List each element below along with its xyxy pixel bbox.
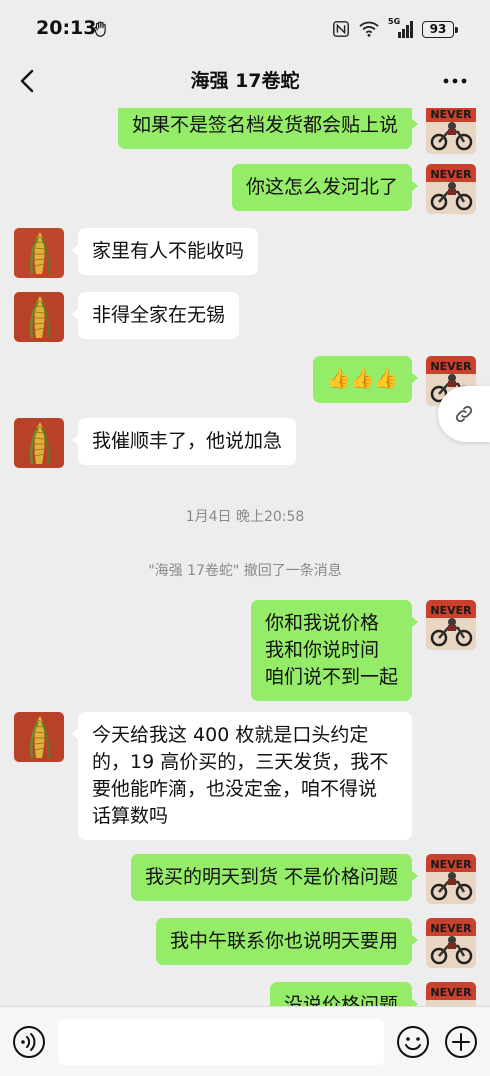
motorcycle-avatar-icon: NEVER bbox=[426, 854, 476, 904]
message-bubble[interactable]: 我中午联系你也说明天要用 bbox=[155, 918, 419, 965]
avatar-me[interactable]: NEVER bbox=[426, 164, 476, 214]
message-bubble[interactable]: 👍👍👍 bbox=[313, 356, 418, 403]
recall-notice: "海强 17卷蛇" 撤回了一条消息 bbox=[148, 563, 342, 579]
message-bubble[interactable]: 你和我说价格 我和你说时间 咱们说不到一起 bbox=[250, 600, 419, 701]
motorcycle-avatar-icon: NEVER bbox=[426, 108, 476, 154]
message-bubble[interactable]: 如果不是签名档发货都会贴上说 bbox=[117, 108, 419, 149]
message-row: 你这怎么发河北了 NEVER bbox=[0, 164, 490, 216]
message-text: 非得全家在无锡 bbox=[92, 304, 226, 326]
message-bubble[interactable]: 你这怎么发河北了 bbox=[231, 164, 419, 211]
svg-text:NEVER: NEVER bbox=[430, 168, 472, 181]
message-row: 没说价格问题 NEVER bbox=[0, 982, 490, 1006]
motorcycle-avatar-icon: NEVER bbox=[426, 918, 476, 968]
corn-avatar-icon bbox=[14, 712, 64, 762]
message-text: 今天给我这 400 枚就是口头约定 bbox=[92, 724, 369, 746]
avatar-other[interactable] bbox=[14, 418, 64, 468]
message-text: 话算数吗 bbox=[92, 805, 169, 827]
avatar-me[interactable]: NEVER bbox=[426, 600, 476, 650]
more-options-icon[interactable] bbox=[440, 68, 470, 94]
message-bubble[interactable]: 今天给我这 400 枚就是口头约定 的，19 高价买的，三天发货，我不 要他能咋… bbox=[72, 712, 412, 840]
motorcycle-avatar-icon: NEVER bbox=[426, 164, 476, 214]
message-text: 要他能咋滴，也没定金，咱不得说 bbox=[92, 778, 378, 800]
battery-icon: 93 bbox=[422, 20, 458, 38]
message-text: 我中午联系你也说明天要用 bbox=[169, 930, 398, 952]
message-row: 家里有人不能收吗 bbox=[0, 228, 490, 280]
message-text: 你这怎么发河北了 bbox=[245, 176, 398, 198]
avatar-me[interactable]: NEVER bbox=[426, 982, 476, 1006]
status-bar: 20:13 5G 93 bbox=[0, 0, 490, 56]
motorcycle-avatar-icon: NEVER bbox=[426, 600, 476, 650]
svg-text:NEVER: NEVER bbox=[430, 858, 472, 871]
chat-header: 海强 17卷蛇 bbox=[0, 56, 490, 108]
message-bubble[interactable]: 我催顺丰了，他说加急 bbox=[71, 418, 297, 465]
status-time: 20:13 bbox=[36, 17, 97, 39]
hand-icon bbox=[94, 21, 106, 37]
plus-icon[interactable] bbox=[444, 1025, 478, 1059]
motorcycle-avatar-icon: NEVER bbox=[426, 982, 476, 1006]
message-text: 咱们说不到一起 bbox=[264, 666, 398, 688]
emoji-icon[interactable] bbox=[396, 1025, 430, 1059]
message-text: 的，19 高价买的，三天发货，我不 bbox=[92, 751, 389, 773]
message-bubble[interactable]: 家里有人不能收吗 bbox=[71, 228, 259, 275]
message-bubble[interactable]: 我买的明天到货 不是价格问题 bbox=[130, 854, 419, 901]
message-row: 我催顺丰了，他说加急 bbox=[0, 418, 490, 470]
voice-icon[interactable] bbox=[12, 1025, 46, 1059]
svg-text:NEVER: NEVER bbox=[430, 360, 472, 373]
message-row: 如果不是签名档发货都会贴上说 NEVER bbox=[0, 108, 490, 158]
chat-title: 海强 17卷蛇 bbox=[190, 70, 300, 92]
avatar-other[interactable] bbox=[14, 712, 64, 762]
message-text: 👍👍👍 bbox=[327, 368, 398, 390]
message-text: 我买的明天到货 不是价格问题 bbox=[144, 866, 398, 888]
message-text: 我催顺丰了，他说加急 bbox=[92, 430, 283, 452]
avatar-me[interactable]: NEVER bbox=[426, 854, 476, 904]
corn-avatar-icon bbox=[14, 228, 64, 278]
message-row: 👍👍👍 NEVER bbox=[0, 354, 490, 406]
avatar-me[interactable]: NEVER bbox=[426, 918, 476, 968]
message-bubble[interactable]: 非得全家在无锡 bbox=[71, 292, 240, 339]
message-text: 家里有人不能收吗 bbox=[92, 240, 245, 262]
message-list[interactable]: 如果不是签名档发货都会贴上说 NEVER 你这怎么发河北了 NEVER 家里有人… bbox=[0, 108, 490, 1006]
avatar-other[interactable] bbox=[14, 228, 64, 278]
svg-text:NEVER: NEVER bbox=[430, 604, 472, 617]
message-text: 我和你说时间 bbox=[264, 639, 379, 661]
message-row: 你和我说价格 我和你说时间 咱们说不到一起 NEVER bbox=[0, 600, 490, 701]
message-row: 我中午联系你也说明天要用 NEVER bbox=[0, 918, 490, 970]
floating-link-button[interactable] bbox=[438, 386, 490, 442]
svg-text:NEVER: NEVER bbox=[430, 922, 472, 935]
message-row: 非得全家在无锡 bbox=[0, 292, 490, 344]
message-row: 今天给我这 400 枚就是口头约定 的，19 高价买的，三天发货，我不 要他能咋… bbox=[0, 712, 490, 842]
message-text: 你和我说价格 bbox=[264, 612, 379, 634]
avatar-me[interactable]: NEVER bbox=[426, 108, 476, 154]
corn-avatar-icon bbox=[14, 292, 64, 342]
message-row: 我买的明天到货 不是价格问题 NEVER bbox=[0, 854, 490, 906]
svg-text:NEVER: NEVER bbox=[430, 108, 472, 121]
nfc-icon bbox=[333, 21, 349, 37]
message-bubble[interactable]: 没说价格问题 bbox=[269, 982, 419, 1006]
avatar-other[interactable] bbox=[14, 292, 64, 342]
signal-icon: 5G bbox=[388, 17, 414, 38]
message-input[interactable] bbox=[58, 1019, 384, 1065]
corn-avatar-icon bbox=[14, 418, 64, 468]
message-text: 没说价格问题 bbox=[283, 994, 398, 1006]
timestamp: 1月4日 晚上20:58 bbox=[185, 509, 305, 525]
link-icon bbox=[455, 405, 473, 423]
message-text: 如果不是签名档发货都会贴上说 bbox=[131, 114, 398, 136]
battery-level: 93 bbox=[429, 22, 447, 36]
wifi-icon bbox=[359, 21, 379, 37]
svg-text:NEVER: NEVER bbox=[430, 986, 472, 999]
input-bar bbox=[0, 1006, 490, 1076]
